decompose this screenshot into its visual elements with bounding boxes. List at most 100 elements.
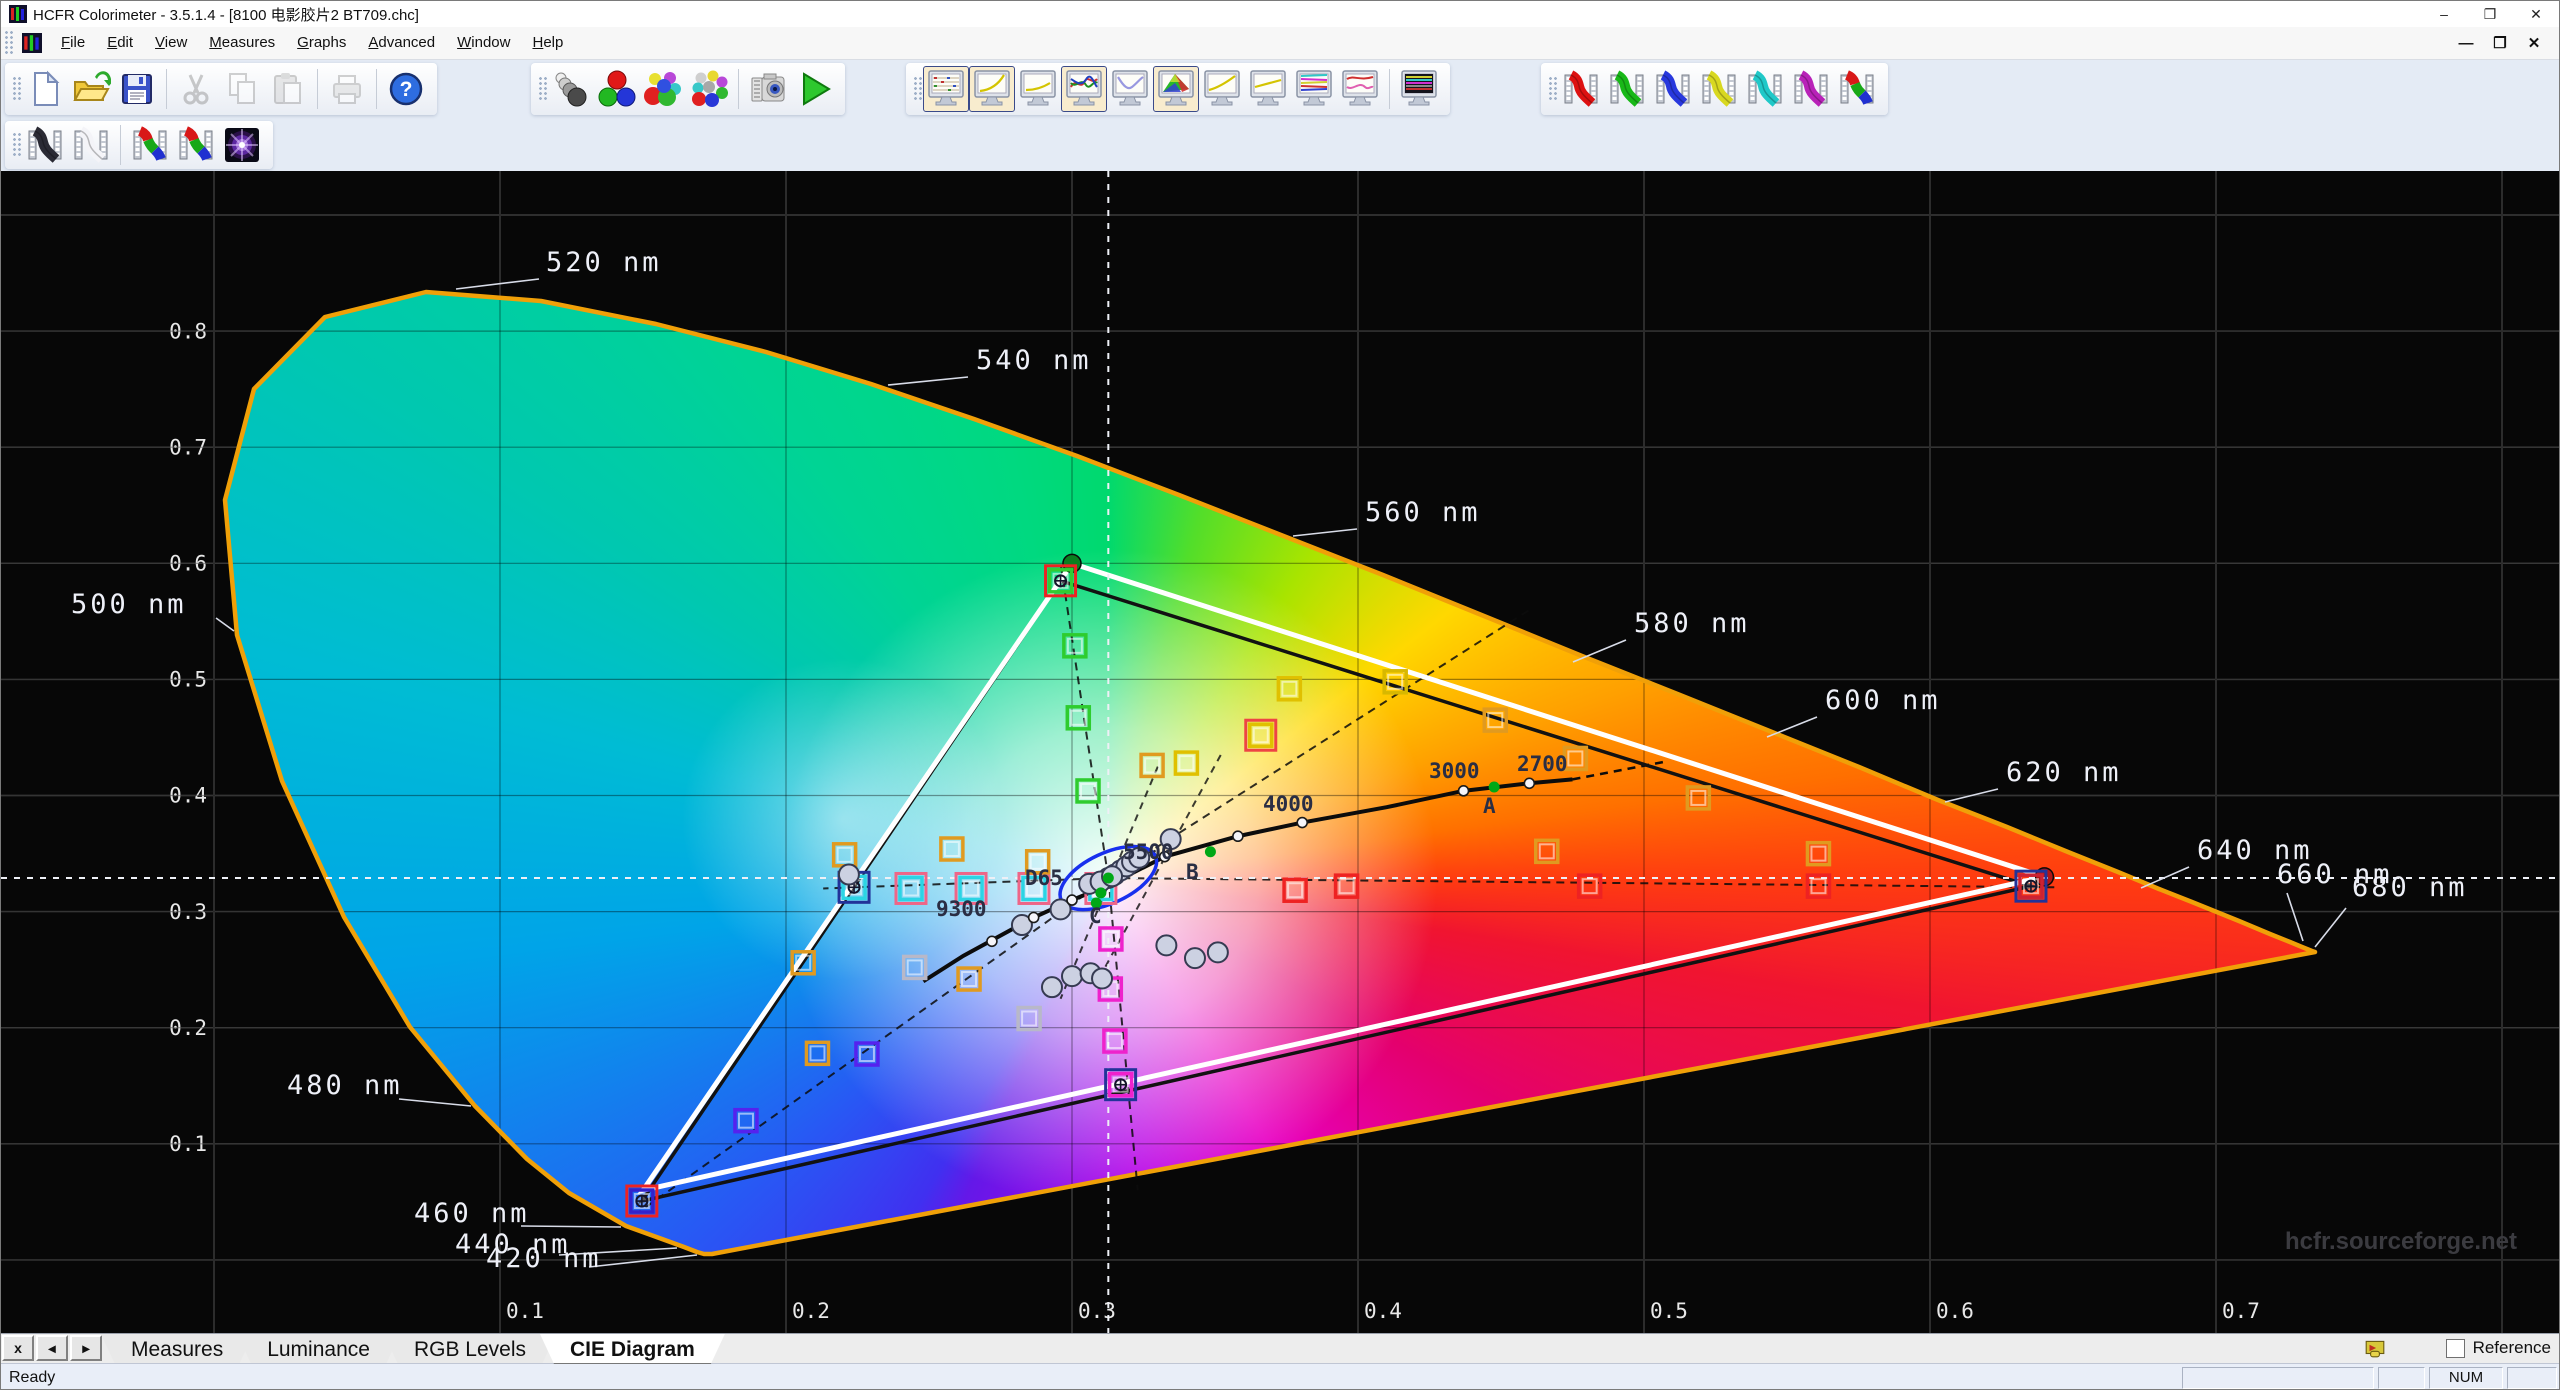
color-temp-marker: [1457, 785, 1470, 797]
toolbar-separator: [376, 69, 377, 109]
measure-square-inner: [902, 880, 919, 897]
next-view-button[interactable]: ▸: [70, 1335, 102, 1361]
wavelength-leader: [2314, 907, 2347, 948]
toolbar-separator: [738, 69, 739, 109]
measure-square-inner: [1106, 1033, 1123, 1050]
measure-square-inner: [1102, 930, 1119, 947]
measure-square-inner: [1066, 637, 1083, 654]
reference-checkbox-group[interactable]: Reference: [2445, 1338, 2551, 1358]
cie-diagram-view: 0.1 0.2 0.3 0.4 0.5 0.6 0.7 0.1 0.2 0.3 0.4 0.5 0.6 0…: [1, 171, 2559, 1333]
color-temp-marker: [1523, 777, 1536, 790]
wavelength-label: 600 nm: [1825, 685, 1941, 716]
menu-edit[interactable]: Edit: [96, 27, 144, 59]
toolbar-separator: [120, 125, 121, 165]
toolbar-group-special: [5, 121, 273, 169]
illuminant-label: B: [1186, 860, 1199, 884]
open-folder-button[interactable]: [68, 66, 114, 112]
menu-help[interactable]: Help: [521, 27, 574, 59]
monitor-tracking-button[interactable]: [1337, 66, 1383, 112]
measure-square-inner: [836, 846, 853, 863]
mdi-minimize-button[interactable]: —: [2449, 29, 2483, 57]
tab-measures[interactable]: Measures: [101, 1334, 253, 1364]
menu-view[interactable]: View: [144, 27, 198, 59]
measure-square-inner: [943, 841, 960, 858]
prev-view-button[interactable]: ◂: [36, 1335, 68, 1361]
reference-label: Reference: [2472, 1338, 2551, 1357]
tab-rgb-levels[interactable]: RGB Levels: [384, 1334, 556, 1364]
film-cyan-button[interactable]: [1742, 66, 1788, 112]
monitor-colortemp-button[interactable]: [1245, 66, 1291, 112]
wavelength-leader: [215, 617, 235, 632]
secondary-balls-button[interactable]: [640, 66, 686, 112]
menu-advanced[interactable]: Advanced: [357, 27, 446, 59]
restore-button[interactable]: ❐: [2467, 1, 2513, 27]
film-black-button[interactable]: [22, 122, 68, 168]
menu-measures[interactable]: Measures: [198, 27, 286, 59]
new-document-button[interactable]: [22, 66, 68, 112]
help-button[interactable]: ?: [383, 66, 429, 112]
primary-balls-button[interactable]: [594, 66, 640, 112]
film-rgb3-button[interactable]: [173, 122, 219, 168]
status-cell-2: [2378, 1366, 2425, 1389]
film-green-button[interactable]: [1604, 66, 1650, 112]
monitor-free-measures-button[interactable]: [1396, 66, 1442, 112]
wavelength-leader: [455, 278, 540, 290]
copy-button[interactable]: [219, 66, 265, 112]
film-magenta-button[interactable]: [1788, 66, 1834, 112]
run-measures-button[interactable]: [791, 66, 837, 112]
measure-square-inner: [737, 1112, 754, 1129]
toolbar-grip: [1548, 76, 1558, 102]
wavelength-label: 560 nm: [1365, 497, 1481, 528]
monitor-measures-button[interactable]: [923, 66, 969, 112]
toolbar-grip: [12, 76, 22, 102]
film-blue-button[interactable]: [1650, 66, 1696, 112]
illuminant-label: 5500: [1123, 840, 1174, 864]
menu-file[interactable]: File: [50, 27, 96, 59]
illuminant-label: C: [1089, 904, 1102, 928]
all-colors-balls-button[interactable]: [686, 66, 732, 112]
film-red-button[interactable]: [1558, 66, 1604, 112]
film-yellow-button[interactable]: [1696, 66, 1742, 112]
hcfr-window: HCFR Colorimeter - 3.5.1.4 - [8100 电影胶片2…: [0, 0, 2560, 1390]
menu-window[interactable]: Window: [446, 27, 521, 59]
print-button[interactable]: [324, 66, 370, 112]
contrast-nebula-button[interactable]: [219, 122, 265, 168]
monitor-histogram-button[interactable]: [1291, 66, 1337, 112]
toolbar-row-2: [1, 120, 2559, 172]
monitor-cie-button[interactable]: [1153, 66, 1199, 112]
color-temp-marker: [986, 935, 998, 948]
reference-checkbox[interactable]: [2445, 1338, 2465, 1358]
monitor-luminance-button[interactable]: [1107, 66, 1153, 112]
measure-square-inner: [1252, 727, 1269, 744]
grayscale-balls-button[interactable]: [548, 66, 594, 112]
monitor-nearblack-button[interactable]: [1015, 66, 1061, 112]
film-rgb-button[interactable]: [1834, 66, 1880, 112]
illuminant-label: 2700: [1517, 752, 1568, 776]
tab-label: Luminance: [267, 1338, 370, 1361]
tab-luminance[interactable]: Luminance: [237, 1334, 400, 1364]
paste-button[interactable]: [265, 66, 311, 112]
monitor-satlum-button[interactable]: [1199, 66, 1245, 112]
wavelength-label: 580 nm: [1634, 608, 1750, 639]
save-button[interactable]: [114, 66, 160, 112]
measure-square-inner: [961, 971, 978, 988]
monitor-rgb-levels-button[interactable]: [1061, 66, 1107, 112]
wavelength-leader: [520, 1225, 622, 1228]
menu-graphs[interactable]: Graphs: [286, 27, 357, 59]
app-icon: [9, 5, 27, 23]
camera-button[interactable]: [745, 66, 791, 112]
tab-cie-diagram[interactable]: CIE Diagram: [540, 1334, 725, 1364]
measure-circle: [1061, 965, 1083, 988]
mdi-close-button[interactable]: ✕: [2517, 29, 2551, 57]
close-view-button[interactable]: x: [2, 1335, 34, 1361]
close-button[interactable]: ✕: [2513, 1, 2559, 27]
film-white-button[interactable]: [68, 122, 114, 168]
minimize-button[interactable]: –: [2421, 1, 2467, 27]
mdi-restore-button[interactable]: ❐: [2483, 29, 2517, 57]
watermark: hcfr.sourceforge.net: [2285, 1228, 2517, 1255]
illuminant-label: 3000: [1429, 759, 1480, 783]
reference-profile-icon[interactable]: [2364, 1337, 2386, 1359]
film-rgb2-button[interactable]: [127, 122, 173, 168]
monitor-gamma-button[interactable]: [969, 66, 1015, 112]
cut-button[interactable]: [173, 66, 219, 112]
